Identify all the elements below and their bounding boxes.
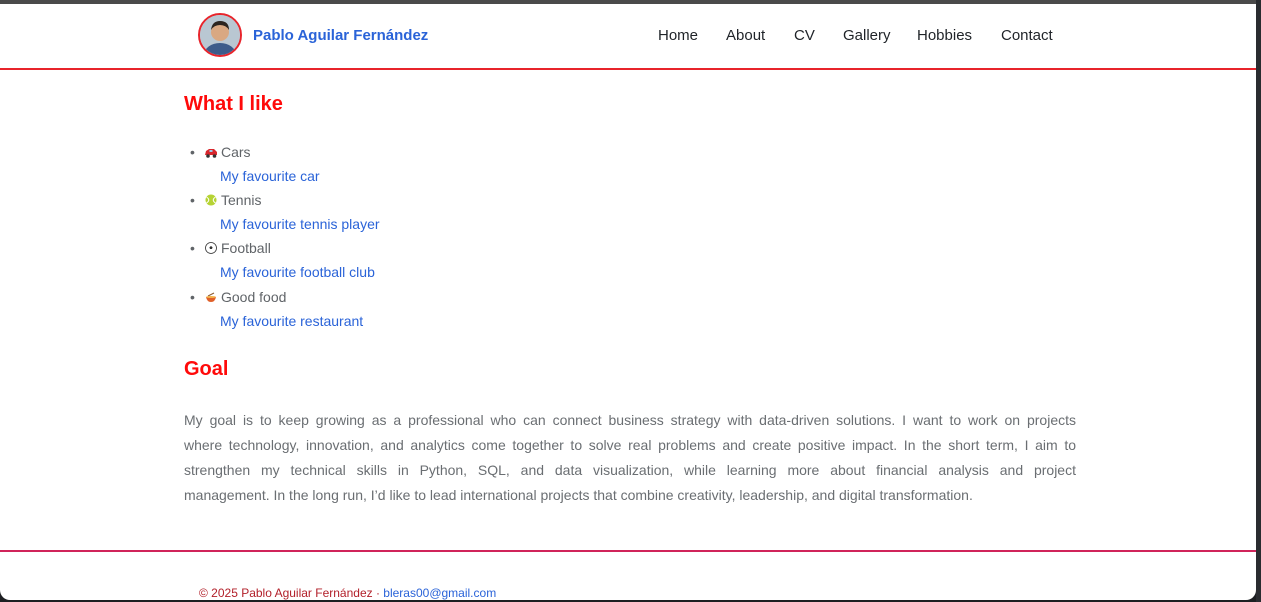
copyright-text: © 2025 Pablo Aguilar Fernández · <box>199 586 384 600</box>
nav-home[interactable]: Home <box>658 27 698 44</box>
favourite-restaurant-link[interactable]: My favourite restaurant <box>220 313 363 329</box>
goal-paragraph: My goal is to keep growing as a professi… <box>184 412 1076 503</box>
site-footer: © 2025 Pablo Aguilar Fernández · bleras0… <box>199 586 496 600</box>
food-bowl-icon <box>206 292 216 302</box>
nav-about[interactable]: About <box>726 27 765 44</box>
bullet-icon: • <box>190 240 195 256</box>
nav-cv[interactable]: CV <box>794 27 815 44</box>
goal-heading: Goal <box>184 358 229 380</box>
soccer-ball-icon <box>205 242 217 254</box>
list-item: • Football <box>190 240 271 256</box>
nav-gallery[interactable]: Gallery <box>843 27 891 44</box>
tennis-ball-icon <box>205 194 217 206</box>
list-item: • Good food <box>190 289 287 305</box>
favourite-football-club-link[interactable]: My favourite football club <box>220 264 375 280</box>
site-brand[interactable]: Pablo Aguilar Fernández <box>253 27 428 44</box>
avatar[interactable] <box>198 13 242 57</box>
profile-photo-icon <box>200 15 240 55</box>
desktop-background <box>1256 0 1261 602</box>
favourite-tennis-player-link[interactable]: My favourite tennis player <box>220 216 380 232</box>
list-item: • Tennis <box>190 192 262 208</box>
nav-contact[interactable]: Contact <box>1001 27 1053 44</box>
footer-divider <box>0 550 1256 552</box>
site-header: Pablo Aguilar Fernández Home About CV Ga… <box>0 4 1256 70</box>
bullet-icon: • <box>190 289 195 305</box>
bullet-icon: • <box>190 192 195 208</box>
bullet-icon: • <box>190 144 195 160</box>
email-link[interactable]: bleras00@gmail.com <box>383 586 496 600</box>
nav-hobbies[interactable]: Hobbies <box>917 27 972 44</box>
car-icon <box>205 149 217 158</box>
list-item: • Cars <box>190 144 251 160</box>
browser-page: Pablo Aguilar Fernández Home About CV Ga… <box>0 4 1256 600</box>
likes-heading: What I like <box>184 93 283 115</box>
favourite-car-link[interactable]: My favourite car <box>220 168 320 184</box>
